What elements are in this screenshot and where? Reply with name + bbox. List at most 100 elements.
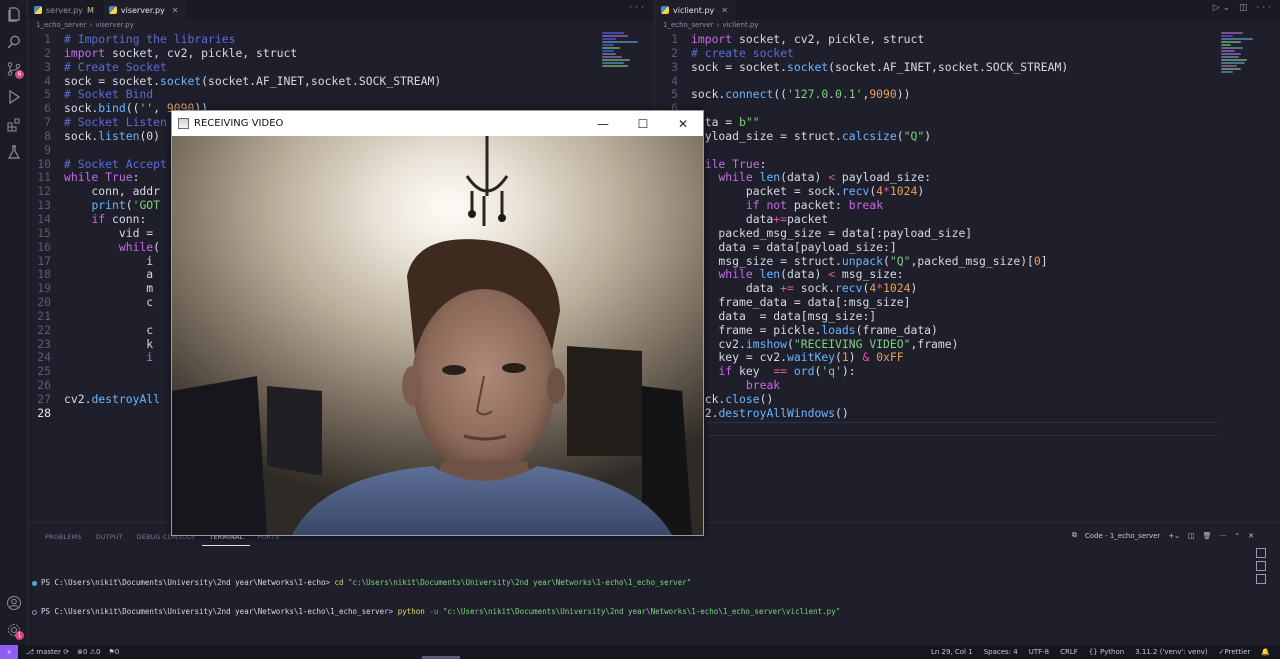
line-number: 16	[37, 239, 51, 254]
terminal-output[interactable]: PS C:\Users\nikit\Documents\University\2…	[32, 559, 840, 635]
branch-indicator[interactable]: ⎇ master ⟳	[26, 648, 69, 656]
line-number: 18	[37, 267, 51, 282]
code-text: while len(data) < msg_size:	[718, 267, 904, 282]
code-text: data = data[payload_size:]	[691, 239, 897, 254]
indentation[interactable]: Spaces: 4	[984, 648, 1018, 656]
terminal-list-item[interactable]	[1256, 574, 1266, 584]
window-titlebar[interactable]: RECEIVING VIDEO — ☐ ✕	[172, 111, 703, 136]
code-line[interactable]: 17 msg_size = struct.unpack("Q",packed_m…	[655, 254, 1068, 269]
webcam-image	[172, 136, 703, 535]
code-line[interactable]: 16 data = data[payload_size:]	[655, 239, 1068, 255]
close-panel-icon[interactable]: ✕	[1248, 532, 1254, 540]
code-line[interactable]: 1 # Importing the libraries	[28, 32, 441, 47]
tab-viclient-py[interactable]: viclient.py ✕	[655, 0, 737, 20]
code-line[interactable]: 18 while len(data) < msg_size:	[655, 267, 1068, 282]
code-line[interactable]: 10while True:	[655, 157, 1068, 172]
code-line[interactable]: 14 data+=packet	[655, 212, 1068, 227]
terminal-icon: ⧉	[1071, 531, 1077, 539]
maximize-panel-icon[interactable]: ⌃	[1234, 532, 1240, 540]
run-and-more-actions[interactable]: ▷⌄ ◫ ···	[1213, 3, 1274, 13]
code-text: sock.connect(('127.0.0.1',9090))	[691, 87, 911, 102]
more-actions-icon[interactable]: ···	[629, 3, 647, 13]
end-of-line[interactable]: CRLF	[1060, 648, 1078, 656]
search-icon[interactable]	[6, 34, 22, 50]
cursor-position[interactable]: Ln 29, Col 1	[931, 648, 973, 656]
maximize-button[interactable]: ☐	[623, 111, 663, 136]
remote-indicator-icon[interactable]: ⚡	[0, 645, 18, 659]
left-minimap[interactable]	[602, 32, 642, 92]
code-line[interactable]: 3 # Create Socket	[28, 60, 441, 75]
activity-bar: 6 1	[0, 0, 28, 645]
close-tab-icon[interactable]: ✕	[721, 6, 728, 15]
code-text: k	[64, 336, 154, 351]
code-line[interactable]: 13 if not packet: break	[655, 198, 1068, 213]
tab-output[interactable]: OUTPUT	[88, 533, 129, 546]
breadcrumb-folder[interactable]: 1_echo_server	[663, 21, 714, 29]
code-line[interactable]: 5 sock.connect(('127.0.0.1',9090))	[655, 87, 1068, 102]
new-terminal-icon[interactable]: +⌄	[1168, 532, 1180, 540]
code-line[interactable]: 15 packed_msg_size = data[:payload_size]	[655, 226, 1068, 241]
run-debug-icon[interactable]	[6, 89, 22, 105]
code-line[interactable]: 25 if key == ord('q'):	[655, 364, 1068, 379]
code-line[interactable]: 29	[655, 420, 1068, 435]
code-line[interactable]: 9	[655, 143, 1068, 158]
kill-terminal-icon[interactable]: 🗑	[1203, 532, 1212, 540]
code-line[interactable]: 22 frame = pickle.loads(frame_data)	[655, 323, 1068, 338]
terminal-list-item[interactable]	[1256, 548, 1266, 558]
code-line[interactable]: 12 packet = sock.recv(4*1024)	[655, 184, 1068, 199]
extensions-icon[interactable]	[6, 117, 22, 133]
language-mode[interactable]: {} Python	[1089, 648, 1124, 656]
code-line[interactable]: 1 import socket, cv2, pickle, struct	[655, 32, 1068, 47]
source-control-icon[interactable]: 6	[6, 61, 24, 79]
code-line[interactable]: 19 data += sock.recv(4*1024)	[655, 281, 1068, 296]
problems-indicator[interactable]: ⊗0 ⚠0	[77, 648, 100, 656]
notifications-icon[interactable]: 🔔	[1261, 648, 1270, 656]
code-line[interactable]: 28cv2.destroyAllWindows()	[655, 406, 1068, 421]
account-icon[interactable]	[6, 595, 22, 611]
code-line[interactable]: 2 # create socket	[655, 46, 1068, 61]
terminal-name[interactable]: Code - 1_echo_server	[1085, 532, 1160, 540]
tab-problems[interactable]: PROBLEMS	[38, 533, 88, 546]
code-line[interactable]: 5 # Socket Bind	[28, 87, 441, 102]
receiving-video-window[interactable]: RECEIVING VIDEO — ☐ ✕	[171, 110, 704, 536]
code-line[interactable]: 23 cv2.imshow("RECEIVING VIDEO",frame)	[655, 337, 1068, 352]
code-line[interactable]: 21 data = data[msg_size:]	[655, 309, 1068, 324]
code-line[interactable]: 26 break	[655, 378, 1068, 393]
code-line[interactable]: 4 sock = socket.socket(socket.AF_INET,soc…	[28, 74, 441, 89]
code-line[interactable]: 24 key = cv2.waitKey(1) & 0xFF	[655, 350, 1068, 365]
breadcrumb-folder[interactable]: 1_echo_server	[36, 21, 87, 29]
breadcrumb-file[interactable]: viclient.py	[722, 21, 758, 29]
code-line[interactable]: 8payload_size = struct.calcsize("Q")	[655, 128, 1068, 144]
close-button[interactable]: ✕	[663, 111, 703, 136]
code-line[interactable]: 6	[655, 101, 1068, 116]
right-minimap[interactable]	[1221, 32, 1261, 92]
prettier-status[interactable]: ✓Prettier	[1219, 648, 1251, 656]
terminal-list-item[interactable]	[1256, 561, 1266, 571]
code-line[interactable]: 2 import socket, cv2, pickle, struct	[28, 46, 441, 61]
testing-icon[interactable]	[6, 144, 22, 160]
split-terminal-icon[interactable]: ◫	[1188, 532, 1195, 540]
explorer-icon[interactable]	[6, 6, 22, 22]
line-number: 22	[37, 322, 51, 337]
code-line[interactable]: 11 while len(data) < payload_size:	[655, 171, 1068, 185]
encoding[interactable]: UTF-8	[1029, 648, 1049, 656]
code-line[interactable]: 4	[655, 74, 1068, 89]
tab-viserver-py[interactable]: viserver.py ✕	[102, 0, 188, 20]
settings-gear-icon[interactable]: 1	[6, 622, 24, 640]
minimize-button[interactable]: —	[583, 111, 623, 136]
code-line[interactable]: 20 frame_data = data[:msg_size]	[655, 295, 1068, 310]
ports-indicator[interactable]: ⚑0	[108, 648, 119, 656]
python-interpreter[interactable]: 3.11.2 ('venv': venv)	[1135, 648, 1207, 656]
code-line[interactable]: 27sock.close()	[655, 392, 1068, 407]
line-number: 26	[37, 378, 51, 393]
close-tab-icon[interactable]: ✕	[172, 6, 179, 15]
code-text: vid =	[64, 225, 154, 240]
code-line[interactable]: 7data = b""	[655, 115, 1068, 130]
code-line[interactable]: 3 sock = socket.socket(socket.AF_INET,soc…	[655, 60, 1068, 75]
code-text: payload_size = struct.calcsize("Q")	[691, 128, 932, 143]
line-number: 5	[44, 87, 51, 102]
breadcrumb-file[interactable]: viserver.py	[95, 21, 133, 29]
tab-server-py[interactable]: server.py M	[28, 0, 103, 20]
more-actions-icon[interactable]: ···	[1220, 532, 1227, 540]
right-code-editor[interactable]: 1 import socket, cv2, pickle, struct 2 # cr…	[655, 32, 1068, 435]
